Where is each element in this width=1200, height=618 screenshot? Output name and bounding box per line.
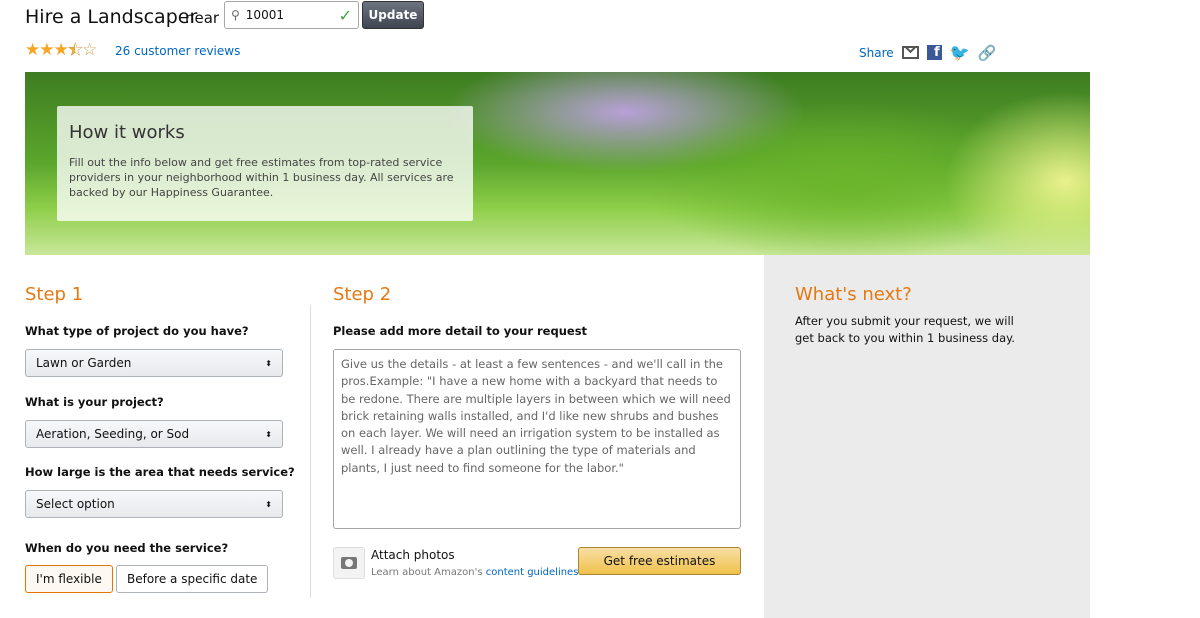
update-button[interactable]: Update	[362, 1, 424, 29]
how-title: How it works	[69, 122, 185, 143]
q-when: When do you need the service?	[25, 541, 229, 555]
star-rating[interactable]: ★★★★☆	[25, 40, 97, 61]
select-value: Aeration, Seeding, or Sod	[36, 427, 190, 441]
check-icon: ✓	[338, 5, 352, 25]
attach-photo-button[interactable]	[333, 547, 365, 579]
project-type-select[interactable]: Lawn or Garden ⬍	[25, 349, 283, 377]
attach-label: Attach photos	[371, 548, 455, 562]
q-area: How large is the area that needs service…	[25, 465, 295, 479]
learn-text: Learn about Amazon's	[371, 567, 483, 578]
guidelines-link[interactable]: content guidelines	[486, 567, 579, 578]
whats-next-title: What's next?	[795, 284, 912, 305]
project-select[interactable]: Aeration, Seeding, or Sod ⬍	[25, 420, 283, 448]
how-text: Fill out the info below and get free est…	[69, 156, 454, 199]
facebook-icon[interactable]: f	[926, 45, 942, 60]
q-project: What is your project?	[25, 395, 164, 409]
step2-title: Step 2	[333, 284, 392, 305]
whats-next-text: After you submit your request, we will g…	[795, 314, 1015, 345]
near-label: near	[185, 9, 220, 27]
column-divider	[310, 305, 311, 598]
share-label: Share	[859, 45, 894, 60]
flexible-option[interactable]: I'm flexible	[25, 565, 113, 593]
camera-icon	[341, 557, 357, 569]
specific-date-option[interactable]: Before a specific date	[116, 565, 269, 593]
email-icon[interactable]	[901, 46, 919, 59]
select-arrows-icon: ⬍	[265, 358, 272, 368]
step1-title: Step 1	[25, 284, 84, 305]
select-arrows-icon: ⬍	[265, 429, 272, 439]
details-textarea[interactable]: Give us the details - at least a few sen…	[333, 349, 741, 529]
q-project-type: What type of project do you have?	[25, 324, 249, 338]
whats-next-panel	[764, 255, 1090, 618]
zip-value: 10001	[245, 8, 284, 22]
area-select[interactable]: Select option ⬍	[25, 490, 283, 518]
reviews-link[interactable]: 26 customer reviews	[115, 44, 240, 58]
how-it-works-box: How it works Fill out the info below and…	[57, 106, 473, 221]
get-estimates-button[interactable]: Get free estimates	[578, 547, 741, 575]
select-arrows-icon: ⬍	[265, 499, 272, 509]
share-bar: Share f 🐦 🔗	[859, 43, 996, 62]
link-icon[interactable]: 🔗	[978, 44, 997, 62]
details-label: Please add more detail to your request	[333, 324, 588, 338]
twitter-icon[interactable]: 🐦	[950, 43, 970, 62]
search-icon: ⚲	[231, 8, 240, 22]
zip-input[interactable]: ⚲ 10001 ✓	[224, 1, 359, 29]
page-title: Hire a Landscaper	[25, 6, 198, 28]
select-value: Select option	[36, 497, 115, 511]
select-value: Lawn or Garden	[36, 356, 132, 370]
